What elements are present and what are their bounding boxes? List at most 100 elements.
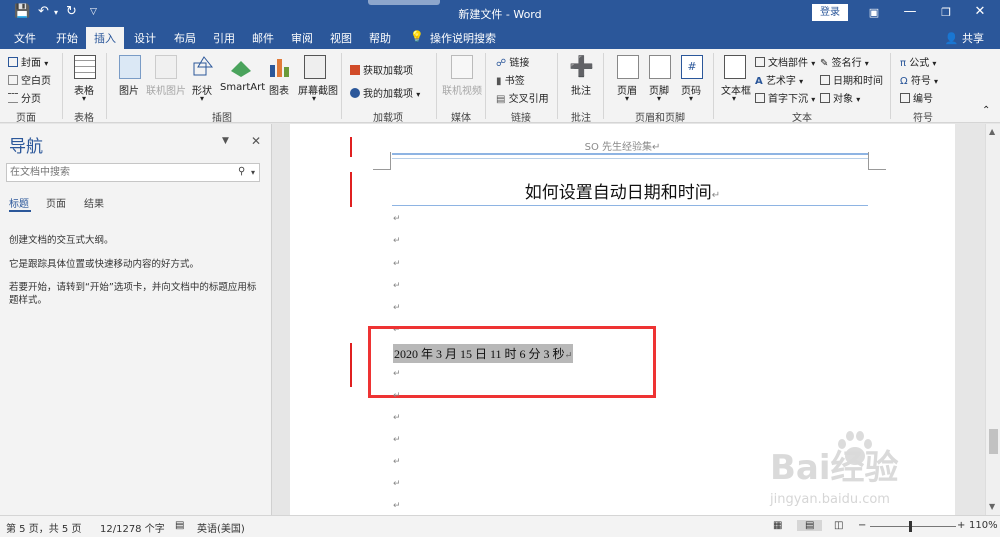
date-time-button[interactable]: 日期和时间 [820,72,883,87]
read-mode-icon[interactable]: ▦ [773,520,782,531]
search-icon[interactable]: ⚲ [238,166,245,177]
header-dropdown-icon[interactable]: ▾ [625,94,629,103]
page-header-text[interactable]: SO 先生经验集↵ [290,138,955,153]
tab-home[interactable]: 开始 [56,30,78,46]
group-label-header-footer: 页眉和页脚 [635,113,685,124]
dropcap-button[interactable]: 首字下沉 ▾ [755,90,815,105]
table-dropdown-icon[interactable]: ▾ [82,94,86,103]
number-icon [900,93,910,103]
quick-parts-button[interactable]: 文档部件 ▾ [755,54,815,69]
bookmark-button[interactable]: ▮ 书签 [496,72,525,87]
pictures-button[interactable]: 图片 [119,82,139,97]
share-button[interactable]: 👤 共享 [945,30,984,46]
word-count[interactable]: 12/1278 个字 [100,520,165,535]
paragraph-mark: ↵ [393,413,401,423]
tab-help[interactable]: 帮助 [369,30,391,46]
paragraph-mark: ↵ [393,435,401,445]
nav-search-input[interactable] [7,164,227,181]
web-layout-icon[interactable]: ◫ [834,520,843,531]
signature-line-button[interactable]: ✎ 签名行 ▾ [820,54,869,69]
login-button[interactable]: 登录 [812,4,848,21]
symbol-button[interactable]: Ω 符号 ▾ [900,72,938,87]
tab-references[interactable]: 引用 [213,30,235,46]
tab-view[interactable]: 视图 [330,30,352,46]
store-icon [350,65,360,75]
paragraph-mark: ↵ [393,236,401,246]
dropcap-icon [755,93,765,103]
footer-dropdown-icon[interactable]: ▾ [657,94,661,103]
textbox-dropdown-icon[interactable]: ▾ [732,94,736,103]
page-number-dropdown-icon[interactable]: ▾ [689,94,693,103]
tab-design[interactable]: 设计 [134,30,156,46]
customize-qat-icon[interactable]: ▽ [90,7,97,17]
comment-button[interactable]: 批注 [571,82,591,97]
chart-button[interactable]: 图表 [269,82,289,97]
zoom-in-button[interactable]: + [957,520,965,531]
undo-icon[interactable]: ↶ [38,4,49,19]
link-button[interactable]: ☍ 链接 [496,54,529,69]
nav-tab-pages[interactable]: 页面 [46,195,66,210]
language-indicator[interactable]: 英语(美国) [197,520,245,535]
smartart-button[interactable]: SmartArt [220,82,265,93]
restore-icon[interactable]: ❐ [936,6,956,19]
undo-dropdown-icon[interactable]: ▾ [54,8,58,17]
zoom-slider-thumb[interactable] [909,521,912,532]
scroll-down-icon[interactable]: ▼ [989,502,995,511]
wordart-button[interactable]: A 艺术字 ▾ [755,72,803,87]
print-layout-icon[interactable]: ▤ [797,520,823,531]
scroll-up-icon[interactable]: ▲ [989,127,995,136]
minimize-icon[interactable]: — [900,4,920,19]
nav-tab-headings[interactable]: 标题 [9,195,29,210]
paragraph-mark: ↵ [393,369,401,379]
collapse-ribbon-icon[interactable]: ⌃ [982,105,990,116]
save-icon[interactable]: 💾 [14,4,30,19]
zoom-out-button[interactable]: − [858,520,866,531]
nav-tab-results[interactable]: 结果 [84,195,104,210]
footer-icon [649,55,671,79]
redo-icon[interactable]: ↻ [66,4,77,19]
page-count[interactable]: 第 5 页，共 5 页 [6,520,81,535]
separator [890,53,891,119]
screenshot-button[interactable]: 屏幕截图 [298,82,338,97]
object-button[interactable]: 对象 ▾ [820,90,860,105]
page-break-button[interactable]: 分页 [8,90,41,105]
ribbon-display-icon[interactable]: ▣ [864,6,884,19]
close-icon[interactable]: ✕ [970,4,990,19]
tab-file[interactable]: 文件 [14,30,36,46]
vertical-scrollbar[interactable]: ▲ ▼ [985,124,1000,515]
scroll-thumb[interactable] [989,429,998,454]
online-pictures-icon [155,55,177,79]
tab-review[interactable]: 审阅 [291,30,313,46]
separator [485,53,486,119]
screenshot-dropdown-icon[interactable]: ▾ [312,94,316,103]
my-addins-button[interactable]: 我的加载项 ▾ [350,85,420,100]
nav-close-icon[interactable]: ✕ [251,134,261,148]
tell-me-search[interactable]: 操作说明搜索 [430,30,496,46]
shapes-dropdown-icon[interactable]: ▾ [200,94,204,103]
screenshot-icon [304,55,326,79]
nav-options-icon[interactable]: ▼ [222,136,229,146]
paragraph-mark: ↵ [393,457,401,467]
tab-layout[interactable]: 布局 [174,30,196,46]
cover-page-button[interactable]: 封面 ▾ [8,54,48,69]
blank-page-button[interactable]: 空白页 [8,72,51,87]
zoom-slider[interactable] [870,526,956,527]
online-video-icon [451,55,473,79]
proofing-icon[interactable]: ▤ [175,520,184,531]
get-addins-button[interactable]: 获取加载项 [350,62,413,77]
document-title[interactable]: 如何设置自动日期和时间↵ [290,178,955,203]
header-border [392,158,868,159]
zoom-level[interactable]: 110% [969,520,998,531]
tab-mailings[interactable]: 邮件 [252,30,274,46]
equation-button[interactable]: π 公式 ▾ [900,54,936,69]
tab-insert[interactable]: 插入 [86,27,124,49]
nav-search-box[interactable]: ⚲ ▾ [6,163,260,182]
search-dropdown-icon[interactable]: ▾ [251,168,255,177]
cross-reference-button[interactable]: ▤ 交叉引用 [496,90,549,105]
group-label-text: 文本 [792,113,812,124]
new-comment-icon: ➕ [569,54,594,78]
number-button[interactable]: 编号 [900,90,933,105]
signature-icon: ✎ [820,58,829,69]
paragraph-mark: ↵ [393,214,401,224]
window-grip [368,0,440,5]
